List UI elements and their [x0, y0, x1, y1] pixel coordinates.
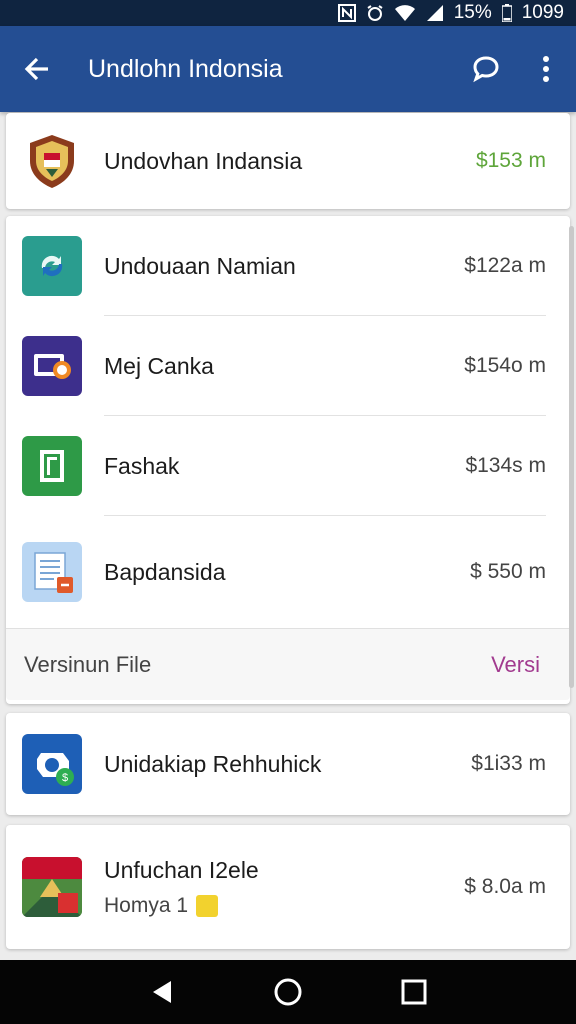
file-icon	[22, 542, 82, 602]
status-bar: 15% 1099	[0, 0, 576, 26]
clock: 1099	[521, 2, 564, 23]
game-icon	[22, 857, 82, 917]
more-vert-icon	[543, 56, 549, 82]
video-chat-icon	[22, 336, 82, 396]
app-name: Mej Canka	[104, 352, 214, 379]
list-footer: Versinun File Versi	[6, 628, 570, 700]
nav-back-button[interactable]	[149, 979, 175, 1005]
triangle-back-icon	[153, 981, 171, 1003]
app-card[interactable]: $ Unidakiap Rehhuhick $1i33 m	[6, 713, 570, 815]
badge-icon	[196, 894, 219, 917]
versi-link[interactable]: Versi	[491, 652, 540, 678]
app-size: $154o m	[464, 354, 546, 377]
circle-home-icon	[274, 978, 302, 1006]
camera-icon: $	[22, 734, 82, 794]
overflow-menu-button[interactable]	[516, 26, 576, 112]
list-item[interactable]: Fashak $134s m	[6, 416, 570, 516]
app-name: Fashak	[104, 452, 180, 479]
app-name: Unfuchan I2ele	[104, 856, 259, 883]
footer-label: Versinun File	[24, 651, 152, 677]
app-size: $134s m	[465, 454, 546, 477]
list-item[interactable]: Bapdansida $ 550 m	[6, 516, 570, 628]
scrollbar[interactable]	[569, 226, 574, 688]
battery-percent: 15%	[453, 2, 492, 23]
app-size: $ 550 m	[470, 560, 546, 583]
list-item[interactable]: Undouaan Namian $122a m	[6, 216, 570, 316]
back-button[interactable]	[0, 26, 74, 112]
svg-text:$: $	[62, 772, 68, 784]
top-app-card[interactable]: Undovhan Indansia $153 m	[6, 113, 570, 209]
app-subtitle: Homya 1	[104, 893, 189, 917]
alarm-icon	[366, 4, 384, 22]
wifi-icon	[394, 4, 416, 22]
signal-icon	[426, 4, 444, 22]
list-item[interactable]: Mej Canka $154o m	[6, 316, 570, 416]
shield-crest-icon	[22, 131, 82, 191]
chat-bubble-icon	[473, 56, 499, 83]
app-card[interactable]: Unfuchan I2ele Homya 1 $ 8.0a m	[6, 825, 570, 949]
arrow-back-icon	[24, 57, 48, 81]
app-size: $122a m	[464, 254, 546, 277]
app-bar: Undlohn Indonsia	[0, 26, 576, 112]
system-nav-bar	[0, 960, 576, 1024]
app-list-card: Undouaan Namian $122a m Mej Canka $154o …	[6, 216, 570, 704]
nav-recents-button[interactable]	[401, 979, 427, 1005]
sync-icon	[22, 236, 82, 296]
square-recents-icon	[401, 979, 427, 1005]
nav-home-button[interactable]	[273, 977, 303, 1007]
app-size: $1i33 m	[471, 752, 546, 775]
app-name: Unidakiap Rehhuhick	[104, 750, 322, 777]
app-name: Undovhan Indansia	[104, 147, 303, 174]
chat-button[interactable]	[456, 26, 516, 112]
app-size: $153 m	[475, 149, 546, 172]
app-name: Undouaan Namian	[104, 252, 296, 279]
page-title: Undlohn Indonsia	[88, 54, 283, 83]
document-icon	[22, 436, 82, 496]
app-size: $ 8.0a m	[464, 875, 546, 898]
battery-icon	[501, 4, 512, 22]
nfc-icon	[337, 4, 356, 22]
app-name: Bapdansida	[104, 558, 226, 585]
